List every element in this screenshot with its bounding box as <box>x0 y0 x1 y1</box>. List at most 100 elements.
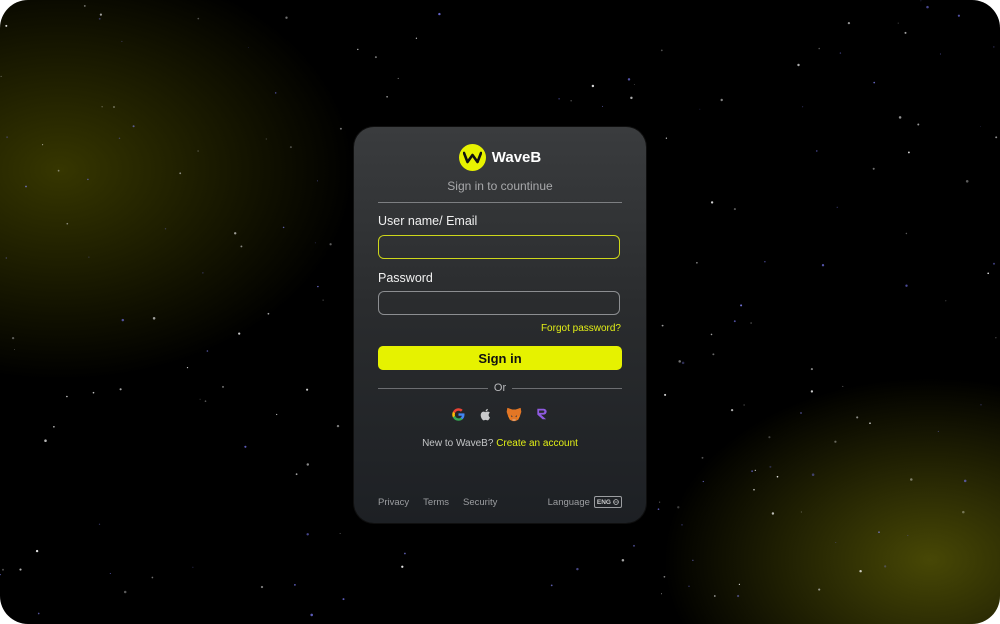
forgot-password-link[interactable]: Forgot password? <box>541 323 621 334</box>
star <box>818 47 820 50</box>
star <box>740 304 743 307</box>
star <box>37 612 40 615</box>
password-label: Password <box>378 271 433 285</box>
star <box>197 17 200 20</box>
metamask-icon[interactable] <box>506 406 522 422</box>
star <box>663 575 666 578</box>
star <box>993 46 995 48</box>
star <box>240 245 243 248</box>
star <box>920 0 922 2</box>
signup-prompt: New to WaveB? <box>422 438 494 449</box>
star <box>121 40 123 42</box>
or-divider: Or <box>378 382 623 394</box>
star <box>810 390 814 393</box>
star <box>206 350 209 352</box>
star <box>119 388 122 391</box>
star <box>276 413 278 416</box>
language-selector[interactable]: ENG <box>593 496 622 508</box>
star <box>192 566 194 568</box>
privacy-link[interactable]: Privacy <box>378 497 409 508</box>
star <box>87 178 89 181</box>
star <box>665 137 668 139</box>
star <box>712 353 715 356</box>
star <box>633 544 635 547</box>
star <box>678 360 681 363</box>
star <box>591 84 595 88</box>
terms-link[interactable]: Terms <box>423 497 449 508</box>
sign-in-button[interactable]: Sign in <box>378 346 622 370</box>
star <box>123 590 127 594</box>
star <box>957 14 960 17</box>
star <box>730 408 734 412</box>
star <box>980 126 982 128</box>
r-brand-icon[interactable] <box>534 406 550 422</box>
star <box>11 336 15 340</box>
background: WaveB Sign in to countinue User name/ Em… <box>0 0 1000 624</box>
or-line-left <box>378 387 488 389</box>
star <box>336 424 340 428</box>
star <box>121 318 125 322</box>
star <box>53 425 55 428</box>
star <box>905 232 908 235</box>
star <box>859 569 862 573</box>
star <box>438 12 441 16</box>
star <box>681 361 685 365</box>
star <box>204 400 207 402</box>
star <box>83 4 86 7</box>
star <box>310 613 313 617</box>
language-label: Language <box>547 496 590 508</box>
star <box>907 534 909 537</box>
star <box>306 388 309 391</box>
security-link[interactable]: Security <box>463 497 497 508</box>
star <box>289 146 292 149</box>
star <box>847 21 851 25</box>
star <box>342 598 345 601</box>
star <box>733 320 736 323</box>
star <box>750 322 752 324</box>
create-account-link[interactable]: Create an account <box>496 438 578 449</box>
star <box>907 151 910 154</box>
star <box>753 488 755 491</box>
star <box>306 463 310 466</box>
star <box>14 349 15 350</box>
signin-card: WaveB Sign in to countinue User name/ Em… <box>354 127 646 523</box>
star <box>306 533 309 536</box>
star <box>5 257 7 259</box>
star <box>260 585 264 589</box>
star <box>873 81 876 84</box>
language-value: ENG <box>596 498 611 506</box>
page-subtitle: Sign in to countinue <box>447 179 553 193</box>
star <box>238 332 241 335</box>
star <box>821 264 825 267</box>
star <box>962 510 965 514</box>
star <box>274 92 277 94</box>
star <box>987 272 990 275</box>
star <box>898 116 902 119</box>
star <box>222 385 224 388</box>
star <box>992 262 996 265</box>
star <box>44 439 47 442</box>
star <box>322 299 324 301</box>
username-input[interactable] <box>378 235 620 259</box>
star <box>834 440 837 443</box>
star <box>317 285 319 288</box>
star <box>627 78 631 81</box>
star <box>800 412 802 414</box>
star <box>415 37 418 39</box>
star <box>713 595 716 597</box>
or-text: Or <box>493 382 507 394</box>
star <box>633 83 635 86</box>
star <box>151 576 154 579</box>
google-icon[interactable] <box>450 406 466 422</box>
star <box>98 17 101 20</box>
star <box>339 127 342 130</box>
star <box>179 172 182 175</box>
star <box>66 222 69 225</box>
star <box>720 98 723 102</box>
star <box>856 416 859 419</box>
star <box>397 77 399 79</box>
star <box>905 284 908 287</box>
password-input[interactable] <box>378 291 620 315</box>
apple-icon[interactable] <box>478 406 494 422</box>
star <box>576 567 579 571</box>
